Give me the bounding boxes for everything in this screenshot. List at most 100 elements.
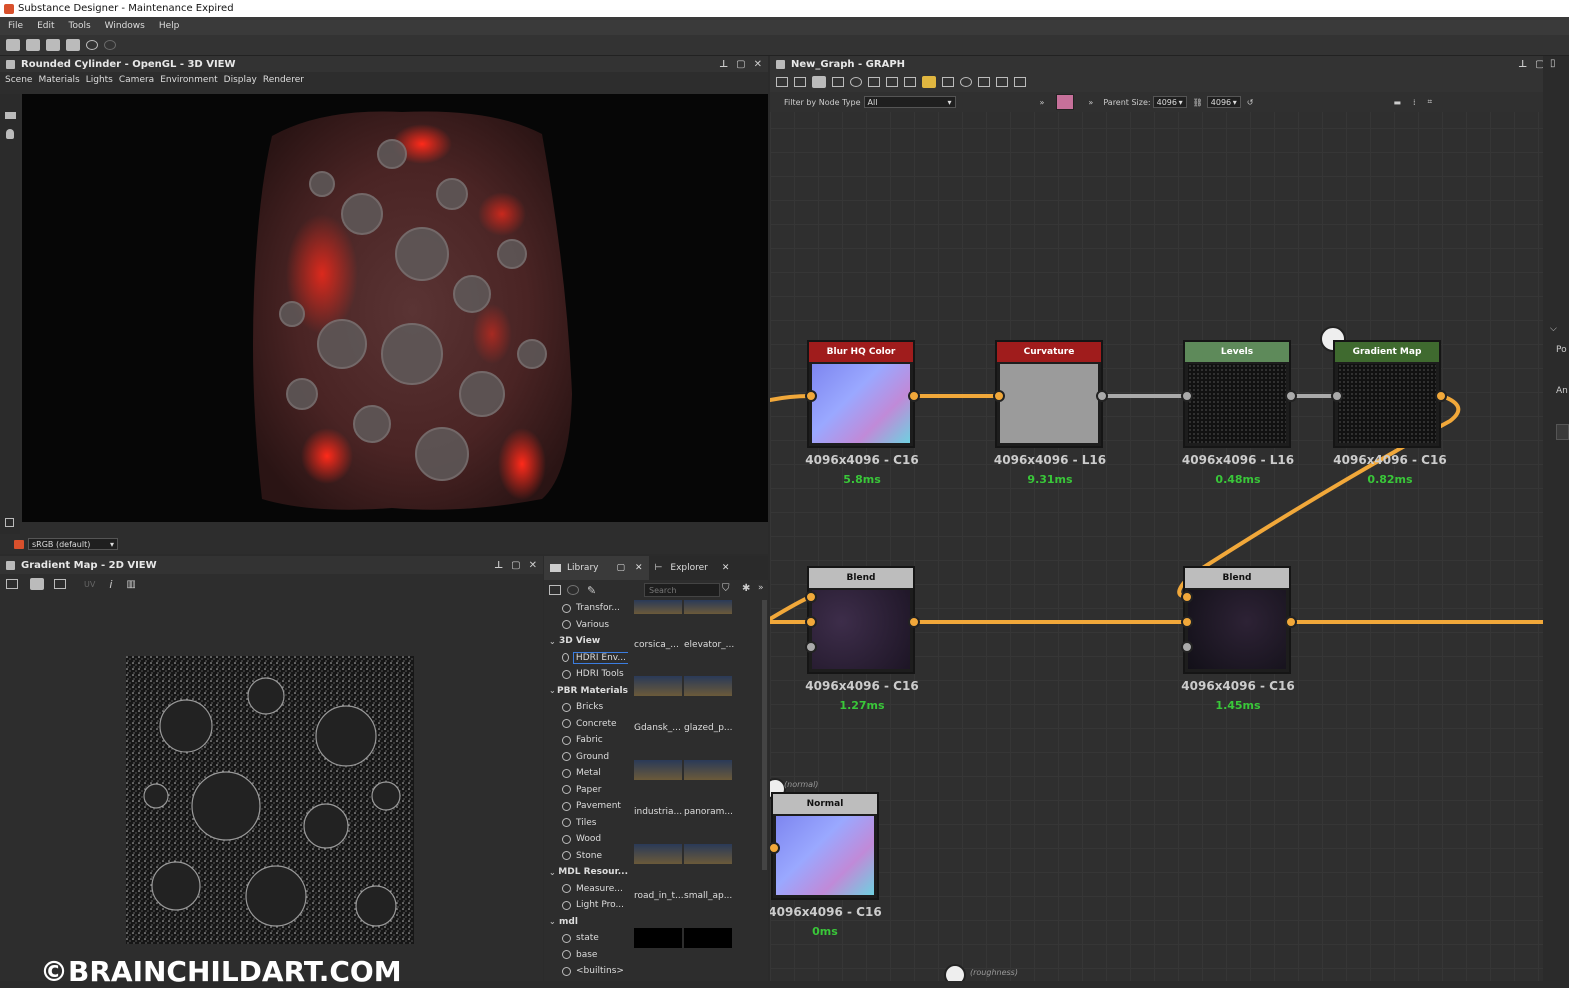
library-item[interactable]: HDRI Tools xyxy=(544,666,628,683)
library-item[interactable]: Pavement xyxy=(544,798,628,815)
input-port[interactable] xyxy=(1181,591,1193,603)
3d-viewport[interactable] xyxy=(22,94,768,522)
save-image-icon[interactable] xyxy=(30,578,44,590)
node-blur-hq-color[interactable]: Blur HQ Color xyxy=(807,340,915,448)
chevron-down-icon[interactable]: ⌄ xyxy=(549,917,559,926)
filter-icon[interactable]: ⛉ xyxy=(722,583,730,594)
wire[interactable] xyxy=(770,394,812,402)
library-item[interactable]: Concrete xyxy=(544,716,628,733)
property-dropdown[interactable] xyxy=(1556,424,1569,440)
node-blend[interactable]: Blend xyxy=(807,566,915,674)
node-curvature[interactable]: Curvature xyxy=(995,340,1103,448)
chevron-down-icon[interactable]: ⌄ xyxy=(549,686,557,695)
menu-materials[interactable]: Materials xyxy=(38,75,79,85)
output-port[interactable] xyxy=(1096,390,1108,402)
menu-scene[interactable]: Scene xyxy=(5,75,32,85)
close-icon[interactable]: ✕ xyxy=(529,560,537,571)
pin-icon[interactable]: ⊥ xyxy=(719,59,728,70)
pin-icon[interactable]: ▯ xyxy=(1550,58,1556,69)
float-icon[interactable]: ▢ xyxy=(736,59,745,70)
library-category[interactable]: ⌄ 3D View xyxy=(544,633,628,650)
tab-explorer[interactable]: ⊢ Explorer ✕ xyxy=(649,556,736,580)
pencil-icon[interactable]: ✎ xyxy=(587,584,596,597)
thumbnail[interactable] xyxy=(684,760,732,780)
menu-camera[interactable]: Camera xyxy=(119,75,154,85)
graph-panel[interactable]: New_Graph - GRAPH ⊥ ▢ ✕ Filter by Node T… xyxy=(770,56,1543,981)
pin-filter-icon[interactable]: ✱ xyxy=(742,583,750,594)
input-port[interactable] xyxy=(993,390,1005,402)
library-item[interactable]: <builtins> xyxy=(544,963,628,980)
library-item[interactable]: Tiles xyxy=(544,815,628,832)
node-levels[interactable]: Levels xyxy=(1183,340,1291,448)
library-scrollbar[interactable] xyxy=(762,600,767,870)
chevron-down-icon[interactable]: ⌵ xyxy=(1550,324,1557,334)
library-item[interactable]: Stone xyxy=(544,848,628,865)
output-port[interactable] xyxy=(1285,390,1297,402)
node-blend[interactable]: Blend xyxy=(1183,566,1291,674)
menu-file[interactable]: File xyxy=(8,21,23,31)
thumbnail[interactable] xyxy=(684,676,732,696)
menu-edit[interactable]: Edit xyxy=(37,21,54,31)
menu-tools[interactable]: Tools xyxy=(69,21,91,31)
chevron-down-icon[interactable]: ⌄ xyxy=(549,868,558,877)
colorspace-select[interactable]: sRGB (default) ▾ xyxy=(28,538,118,550)
save-icon[interactable] xyxy=(66,39,80,51)
library-item[interactable]: Various xyxy=(544,617,628,634)
thumbnail[interactable] xyxy=(634,676,682,696)
info-icon[interactable]: i xyxy=(109,578,112,591)
library-item[interactable]: Paper xyxy=(544,782,628,799)
float-icon[interactable]: ▢ xyxy=(616,563,625,573)
library-item[interactable]: HDRI Env... xyxy=(544,650,628,667)
menu-windows[interactable]: Windows xyxy=(105,21,145,31)
chevron-down-icon[interactable]: ⌄ xyxy=(549,637,559,646)
library-item[interactable]: Fabric xyxy=(544,732,628,749)
histogram-icon[interactable]: ▥ xyxy=(126,579,135,590)
2d-canvas[interactable] xyxy=(126,656,414,944)
undo-icon[interactable] xyxy=(86,40,98,50)
thumbnail[interactable] xyxy=(634,600,682,614)
menu-renderer[interactable]: Renderer xyxy=(263,75,304,85)
search-input[interactable]: Search xyxy=(644,583,720,597)
uv-label[interactable]: UV xyxy=(84,580,95,589)
output-port[interactable] xyxy=(908,390,920,402)
light-icon[interactable] xyxy=(6,129,14,139)
redo-icon[interactable] xyxy=(104,40,116,50)
input-port[interactable] xyxy=(805,591,817,603)
library-category[interactable]: ⌄ PBR Materials xyxy=(544,683,628,700)
new-graph-icon[interactable] xyxy=(26,39,40,51)
library-item[interactable]: Bricks xyxy=(544,699,628,716)
output-badge-icon[interactable] xyxy=(944,964,966,981)
input-port[interactable] xyxy=(805,390,817,402)
thumbnail[interactable] xyxy=(684,844,732,864)
library-item[interactable]: base xyxy=(544,947,628,964)
input-port[interactable] xyxy=(1331,390,1343,402)
menu-help[interactable]: Help xyxy=(159,21,180,31)
fit-icon[interactable] xyxy=(6,579,18,589)
menu-display[interactable]: Display xyxy=(224,75,257,85)
output-port[interactable] xyxy=(908,616,920,628)
thumbnail[interactable] xyxy=(634,844,682,864)
new-package-icon[interactable] xyxy=(6,39,20,51)
input-port[interactable] xyxy=(1181,390,1193,402)
thumbnail[interactable] xyxy=(684,600,732,614)
library-category[interactable]: ⌄ mdl xyxy=(544,914,628,931)
library-item[interactable]: Light Pro... xyxy=(544,897,628,914)
copy-icon[interactable] xyxy=(54,579,66,589)
library-item[interactable]: Transfor... xyxy=(544,600,628,617)
camera-icon[interactable] xyxy=(5,112,16,119)
node-normal[interactable]: Normal xyxy=(771,792,879,900)
library-item[interactable]: Wood xyxy=(544,831,628,848)
output-port[interactable] xyxy=(1285,616,1297,628)
close-icon[interactable]: ✕ xyxy=(722,563,730,573)
thumbnail[interactable] xyxy=(684,928,732,948)
close-icon[interactable]: ✕ xyxy=(635,563,643,573)
open-folder-icon[interactable] xyxy=(46,39,60,51)
close-icon[interactable]: ✕ xyxy=(754,59,762,70)
menu-environment[interactable]: Environment xyxy=(160,75,217,85)
node-gradient-map[interactable]: Gradient Map xyxy=(1333,340,1441,448)
input-port[interactable] xyxy=(805,616,817,628)
library-item[interactable]: Ground xyxy=(544,749,628,766)
library-item[interactable]: state xyxy=(544,930,628,947)
library-category[interactable]: ⌄ MDL Resour... xyxy=(544,864,628,881)
new-folder-icon[interactable] xyxy=(549,585,561,595)
